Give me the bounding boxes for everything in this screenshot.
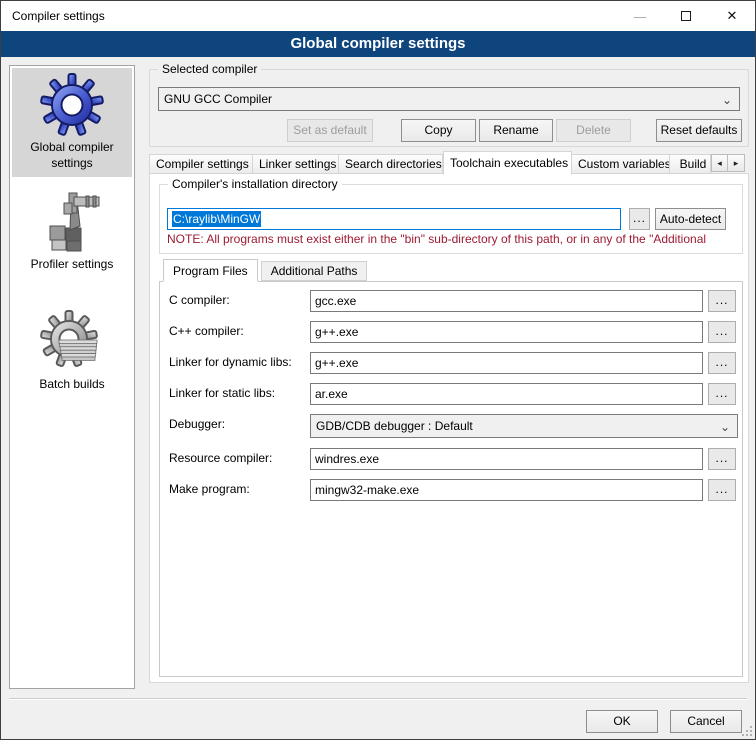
- bin-subdirectory-note: NOTE: All programs must exist either in …: [167, 232, 737, 246]
- resource-compiler-input[interactable]: windres.exe: [310, 448, 703, 470]
- auto-detect-button[interactable]: Auto-detect: [655, 208, 726, 230]
- minimize-icon: —: [634, 9, 647, 24]
- close-button[interactable]: ✕: [709, 1, 755, 31]
- sidebar-item-label: Batch builds: [13, 377, 131, 393]
- titlebar: Compiler settings — ✕: [1, 1, 755, 31]
- maximize-button[interactable]: [663, 1, 709, 31]
- tab-scroll-right-button[interactable]: ▸: [728, 154, 745, 172]
- debugger-select-value: GDB/CDB debugger : Default: [316, 419, 473, 433]
- tab-linker-settings[interactable]: Linker settings: [253, 154, 339, 174]
- cpp-compiler-input[interactable]: g++.exe: [310, 321, 703, 343]
- ok-button[interactable]: OK: [586, 710, 658, 733]
- settings-category-list: Global compiler settings Profiler settin…: [9, 65, 135, 689]
- installation-directory-input[interactable]: C:\raylib\MinGW: [167, 208, 621, 230]
- cpp-compiler-label: C++ compiler:: [169, 324, 244, 338]
- resource-compiler-browse-button[interactable]: ...: [708, 448, 736, 470]
- make-program-browse-button[interactable]: ...: [708, 479, 736, 501]
- c-compiler-browse-button[interactable]: ...: [708, 290, 736, 312]
- sidebar-item-label: Profiler settings: [13, 257, 131, 273]
- chevron-down-icon: ⌄: [720, 416, 730, 438]
- make-program-input[interactable]: mingw32-make.exe: [310, 479, 703, 501]
- arrow-left-icon: ◂: [717, 158, 722, 168]
- delete-button[interactable]: Delete: [556, 119, 631, 142]
- sidebar-item-batch-builds[interactable]: Batch builds: [12, 305, 132, 399]
- linker-static-label: Linker for static libs:: [169, 386, 275, 400]
- make-program-label: Make program:: [169, 482, 250, 496]
- linker-dynamic-label: Linker for dynamic libs:: [169, 355, 292, 369]
- maximize-icon: [681, 11, 691, 21]
- debugger-label: Debugger:: [169, 417, 225, 431]
- linker-dynamic-browse-button[interactable]: ...: [708, 352, 736, 374]
- compiler-select-value: GNU GCC Compiler: [164, 92, 272, 106]
- debugger-select[interactable]: GDB/CDB debugger : Default ⌄: [310, 414, 738, 438]
- linker-static-input[interactable]: ar.exe: [310, 383, 703, 405]
- close-icon: ✕: [727, 8, 738, 24]
- program-files-panel: C compiler: gcc.exe ... C++ compiler: g+…: [159, 281, 743, 677]
- installation-directory-group-label: Compiler's installation directory: [168, 177, 342, 191]
- rename-button[interactable]: Rename: [479, 119, 553, 142]
- compiler-select[interactable]: GNU GCC Compiler ⌄: [158, 87, 740, 111]
- settings-tabstrip: Compiler settings Linker settings Search…: [149, 150, 749, 174]
- tab-toolchain-executables[interactable]: Toolchain executables: [443, 151, 572, 175]
- tab-build-options[interactable]: Build: [670, 154, 711, 174]
- caliper-icon: [40, 190, 104, 254]
- set-as-default-button[interactable]: Set as default: [287, 119, 373, 142]
- sidebar-item-label: Global compiler settings: [13, 140, 131, 171]
- selected-compiler-group: Selected compiler GNU GCC Compiler ⌄ Set…: [149, 69, 749, 147]
- selected-compiler-group-label: Selected compiler: [158, 62, 261, 76]
- copy-button[interactable]: Copy: [401, 119, 476, 142]
- minimize-button[interactable]: —: [617, 1, 663, 31]
- tab-search-directories[interactable]: Search directories: [339, 154, 443, 174]
- c-compiler-label: C compiler:: [169, 293, 230, 307]
- c-compiler-input[interactable]: gcc.exe: [310, 290, 703, 312]
- sidebar-item-profiler-settings[interactable]: Profiler settings: [12, 185, 132, 279]
- window-title: Compiler settings: [12, 1, 105, 31]
- gray-gear-stack-icon: [40, 310, 104, 374]
- arrow-right-icon: ▸: [734, 158, 739, 168]
- page-title: Global compiler settings: [1, 31, 755, 57]
- footer-separator: [9, 698, 747, 700]
- cpp-compiler-browse-button[interactable]: ...: [708, 321, 736, 343]
- resource-compiler-label: Resource compiler:: [169, 451, 272, 465]
- tab-compiler-settings[interactable]: Compiler settings: [149, 154, 253, 174]
- linker-static-browse-button[interactable]: ...: [708, 383, 736, 405]
- blue-gear-icon: [40, 73, 104, 137]
- linker-dynamic-input[interactable]: g++.exe: [310, 352, 703, 374]
- resize-grip[interactable]: [741, 725, 753, 737]
- chevron-down-icon: ⌄: [722, 89, 732, 111]
- compiler-settings-dialog: Compiler settings — ✕ Global compiler se…: [0, 0, 756, 740]
- sidebar-item-global-compiler-settings[interactable]: Global compiler settings: [12, 68, 132, 177]
- subtab-program-files[interactable]: Program Files: [163, 259, 258, 282]
- subtab-additional-paths[interactable]: Additional Paths: [261, 261, 368, 281]
- cancel-button[interactable]: Cancel: [670, 710, 742, 733]
- installation-directory-group: Compiler's installation directory C:\ray…: [159, 184, 743, 254]
- tab-scroll-left-button[interactable]: ◂: [711, 154, 728, 172]
- browse-directory-button[interactable]: ...: [629, 208, 650, 230]
- program-files-tabstrip: Program Files Additional Paths: [163, 259, 367, 281]
- toolchain-executables-page: Compiler's installation directory C:\ray…: [149, 173, 749, 683]
- installation-directory-value: C:\raylib\MinGW: [172, 211, 261, 227]
- reset-defaults-button[interactable]: Reset defaults: [656, 119, 742, 142]
- tab-custom-variables[interactable]: Custom variables: [572, 154, 670, 174]
